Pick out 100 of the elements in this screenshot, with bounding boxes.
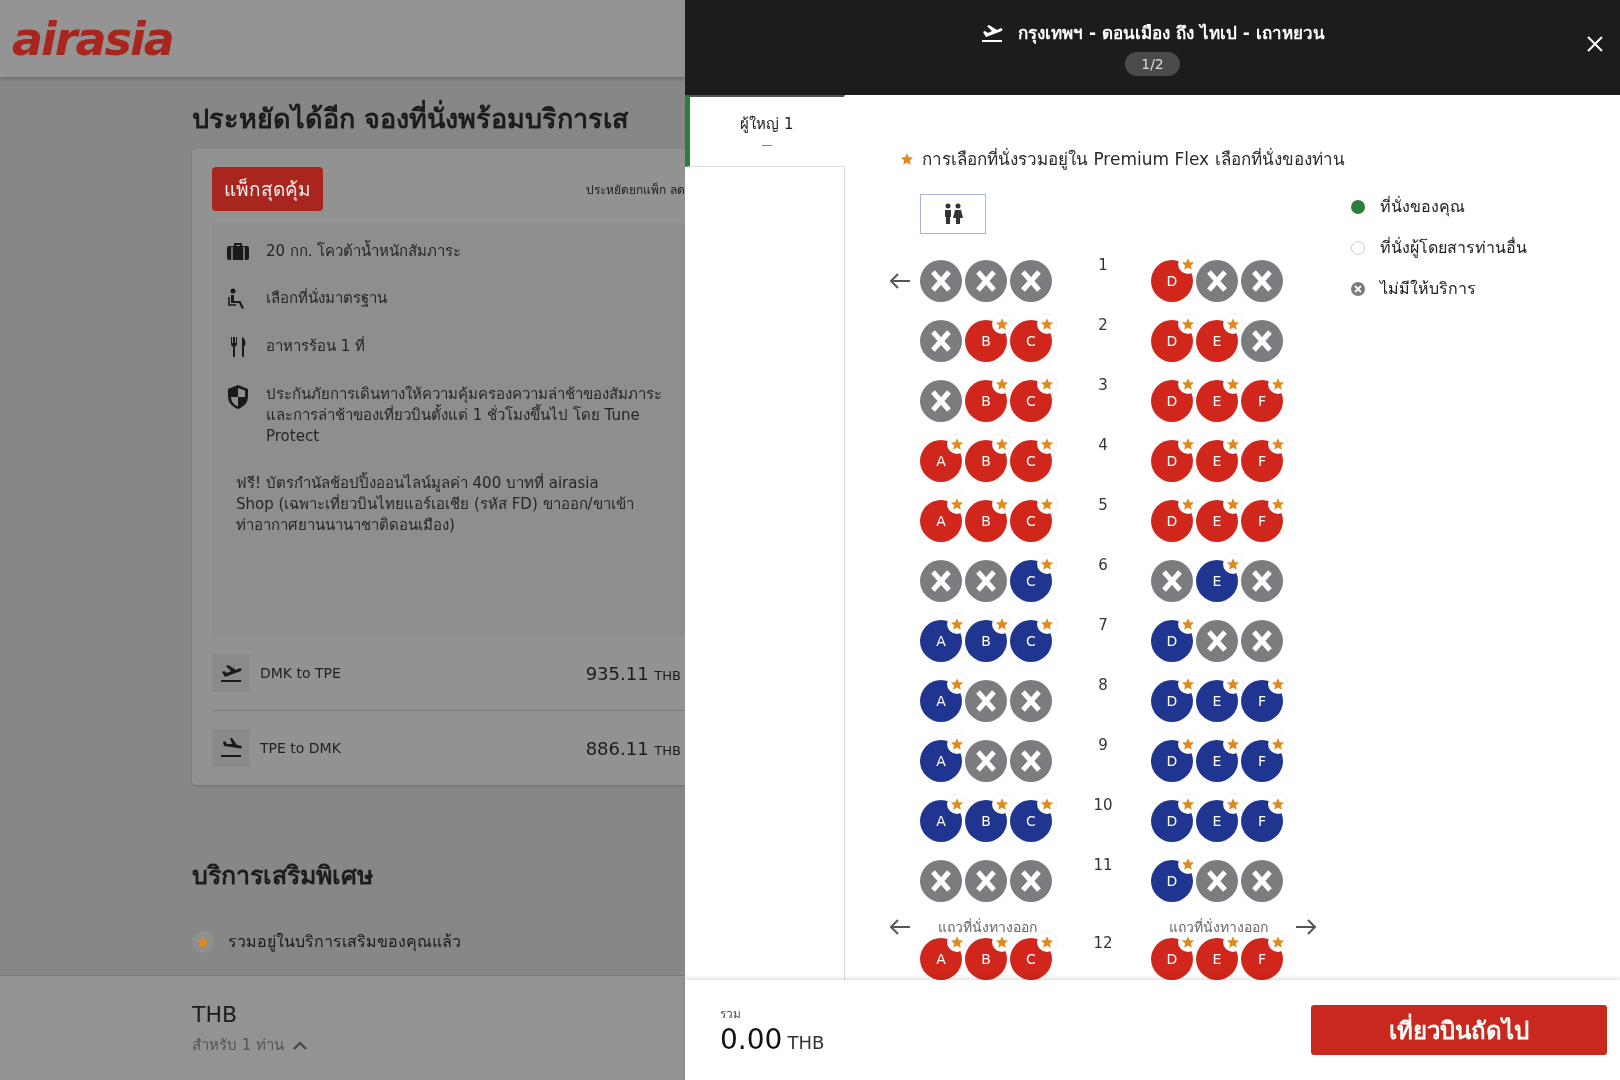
seat-button[interactable]: D bbox=[1151, 680, 1193, 722]
row-number: 12 bbox=[1093, 934, 1113, 952]
seat-button[interactable]: A bbox=[920, 440, 962, 482]
seat-button[interactable]: A bbox=[920, 500, 962, 542]
seat-button[interactable]: D bbox=[1151, 740, 1193, 782]
flight-route: DMK to TPE bbox=[260, 665, 342, 681]
unavailable-seat bbox=[1010, 860, 1052, 902]
seat-button[interactable]: E bbox=[1196, 560, 1238, 602]
landing-icon bbox=[219, 738, 243, 758]
step-indicator: 1/2 bbox=[1125, 52, 1180, 76]
row-number: 7 bbox=[1098, 616, 1108, 634]
next-flight-button[interactable]: เที่ยวบินถัดไป bbox=[1311, 1005, 1607, 1055]
seat-button[interactable]: A bbox=[920, 680, 962, 722]
unavailable-seat bbox=[920, 260, 962, 302]
legend-label: ที่นั่งของคุณ bbox=[1380, 195, 1465, 219]
savings-note: ประหยัดยกแพ็ก ลด bbox=[586, 181, 685, 199]
star-icon bbox=[900, 151, 914, 166]
exit-row-label: แถวที่นั่งทางออก bbox=[937, 917, 1038, 937]
row-number: 4 bbox=[1098, 436, 1108, 454]
flight-price: 886.11 THB bbox=[585, 737, 682, 759]
feature-text: 20 กก. โควต้าน้ำหนักสัมภาระ bbox=[266, 241, 463, 262]
seat-button[interactable]: D bbox=[1151, 440, 1193, 482]
unavailable-seat bbox=[920, 560, 962, 602]
passenger-tab[interactable]: ผู้ใหญ่ 1 — bbox=[685, 95, 845, 167]
takeoff-icon bbox=[980, 22, 1005, 43]
feature-text: เลือกที่นั่งมาตรฐาน bbox=[266, 288, 388, 309]
seat-button[interactable]: D bbox=[1151, 260, 1193, 302]
shield-icon bbox=[226, 384, 250, 410]
seat-button[interactable]: A bbox=[920, 800, 962, 842]
unavailable-seat bbox=[965, 860, 1007, 902]
exit-row-label: แถวที่นั่งทางออก bbox=[1168, 917, 1269, 937]
unavailable-seat bbox=[1241, 260, 1283, 302]
seat-button[interactable]: D bbox=[1151, 500, 1193, 542]
fork-knife-icon bbox=[228, 336, 248, 358]
feature-text: อาหารร้อน 1 ที่ bbox=[266, 336, 367, 357]
unavailable-seat bbox=[1151, 560, 1193, 602]
unavailable-seat bbox=[920, 380, 962, 422]
row-number: 8 bbox=[1098, 676, 1108, 694]
row-number: 2 bbox=[1098, 316, 1108, 334]
seat-button[interactable]: D bbox=[1151, 938, 1193, 980]
currency-label: THB bbox=[192, 1002, 239, 1027]
route-title: กรุงเทพฯ - ดอนเมือง ถึง ไทเป - เถาหยวน bbox=[1018, 22, 1325, 46]
package-badge: แพ็กสุดคุ้ม bbox=[212, 167, 323, 211]
chevron-up-icon[interactable] bbox=[292, 1040, 309, 1050]
section-heading: บริการเสริมพิเศษ bbox=[192, 860, 374, 892]
unavailable-seat bbox=[1196, 620, 1238, 662]
crossed-circle-icon bbox=[1350, 280, 1366, 297]
left-arrow-icon[interactable] bbox=[889, 272, 911, 290]
page-heading: ประหยัดได้อีก จองที่นั่งพร้อมบริการเส bbox=[192, 101, 685, 137]
unavailable-seat bbox=[1241, 560, 1283, 602]
included-note: รวมอยู่ในบริการเสริมของคุณแล้ว bbox=[228, 931, 461, 954]
row-number: 3 bbox=[1098, 376, 1108, 394]
promo-text: ฟรี! บัตรกำนัลช้อปปิ้งออนไลน์มูลค่า 400 บาทที่ airasia Shop (เฉพาะเที่ยวบินไทยแอร์เอเชีย (รหัส FD) ขาออก/ขาเข้าท่าอากาศยานนานาชาติดอนเมือง) bbox=[235, 473, 635, 536]
flight-price: 935.11 THB bbox=[585, 662, 682, 684]
unavailable-seat bbox=[965, 560, 1007, 602]
row-number: 9 bbox=[1098, 736, 1108, 754]
seat-button[interactable]: D bbox=[1151, 620, 1193, 662]
seat-note: การเลือกที่นั่งรวมอยู่ใน Premium Flex เลือกที่นั่งของท่าน bbox=[922, 146, 1345, 172]
unavailable-seat bbox=[1241, 320, 1283, 362]
hollow-circle-icon bbox=[1350, 239, 1366, 256]
unavailable-seat bbox=[1010, 260, 1052, 302]
unavailable-seat bbox=[920, 860, 962, 902]
seat-button[interactable]: D bbox=[1151, 380, 1193, 422]
seat-button[interactable]: C bbox=[1010, 560, 1052, 602]
unavailable-seat bbox=[965, 680, 1007, 722]
row-number: 10 bbox=[1093, 796, 1113, 814]
unavailable-seat bbox=[1010, 740, 1052, 782]
takeoff-icon bbox=[219, 663, 243, 683]
row-number: 1 bbox=[1098, 256, 1108, 274]
unavailable-seat bbox=[1196, 860, 1238, 902]
seat-button[interactable]: D bbox=[1151, 860, 1193, 902]
right-arrow-icon[interactable] bbox=[1295, 918, 1317, 936]
unavailable-seat bbox=[1241, 620, 1283, 662]
left-arrow-icon[interactable] bbox=[889, 918, 911, 936]
seat-button[interactable]: A bbox=[920, 938, 962, 980]
unavailable-seat bbox=[1196, 260, 1238, 302]
restroom-button[interactable] bbox=[920, 194, 986, 234]
seat-button[interactable]: B bbox=[965, 320, 1007, 362]
seat-button[interactable]: B bbox=[965, 380, 1007, 422]
seat-button[interactable]: A bbox=[920, 740, 962, 782]
seat-button[interactable]: A bbox=[920, 620, 962, 662]
legend-label: ที่นั่งผู้โดยสารท่านอื่น bbox=[1380, 236, 1527, 260]
unavailable-seat bbox=[920, 320, 962, 362]
row-number: 11 bbox=[1093, 856, 1113, 874]
filled-dot-icon bbox=[1350, 198, 1366, 215]
restroom-icon bbox=[942, 203, 964, 225]
row-number: 5 bbox=[1098, 496, 1108, 514]
unavailable-seat bbox=[965, 260, 1007, 302]
seat-button[interactable]: D bbox=[1151, 800, 1193, 842]
total-amount: 0.00 THB bbox=[720, 1023, 825, 1056]
feature-text: ประกันภัยการเดินทางให้ความคุ้มครองความล่าช้าของสัมภาระและการล่าช้าของเที่ยวบินตั้งแต่ 1 ชั่วโมงขึ้นไป โดย Tune Protect bbox=[266, 384, 663, 447]
passenger-count: สำหรับ 1 ท่าน bbox=[192, 1035, 285, 1056]
flight-route: TPE to DMK bbox=[260, 740, 342, 756]
total-label: รวม bbox=[720, 1006, 742, 1023]
unavailable-seat bbox=[965, 740, 1007, 782]
seat-button[interactable]: D bbox=[1151, 320, 1193, 362]
unavailable-seat bbox=[1010, 680, 1052, 722]
suitcase-icon bbox=[226, 241, 250, 261]
unavailable-seat bbox=[1241, 860, 1283, 902]
row-number: 6 bbox=[1098, 556, 1108, 574]
